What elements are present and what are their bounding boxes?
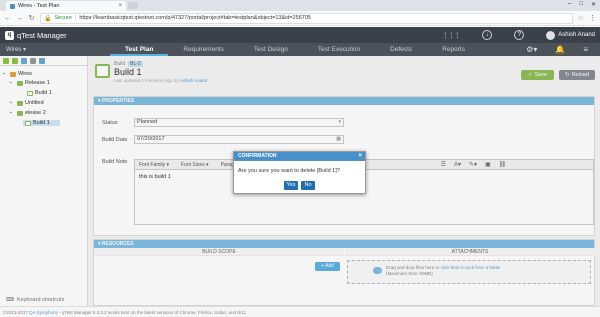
no-button[interactable]: No	[301, 181, 315, 190]
dialog-header: CONFIRMATION ×	[234, 152, 365, 161]
close-tab-icon[interactable]: ×	[118, 3, 122, 9]
gear-icon[interactable]: ⚙▾	[526, 45, 537, 54]
bookmark-star-icon[interactable]: ☆	[578, 14, 584, 22]
qtest-logo-icon: q	[5, 30, 14, 40]
browser-menu-icon[interactable]: ⋮	[589, 14, 596, 22]
window-controls: – □ ✕	[568, 1, 596, 8]
tab-test-execution[interactable]: Test Execution	[303, 43, 375, 56]
app-header: q qTest Manager ⋮⋮⋮ ↓ ? Ashish Anand	[0, 27, 600, 43]
favicon-icon	[10, 3, 15, 9]
browser-tab-bar: Wires - Test Plan × – □ ✕	[0, 0, 600, 11]
tab-test-design[interactable]: Test Design	[239, 43, 303, 56]
new-tab-button[interactable]	[128, 2, 138, 9]
footer-copyright: ©2013-2017	[3, 310, 28, 315]
reload-page-icon[interactable]: ↻	[28, 14, 35, 22]
dialog-message: Are you sure you want to delete [Build 1…	[238, 168, 340, 174]
close-icon[interactable]: ×	[358, 152, 362, 161]
browser-tab[interactable]: Wires - Test Plan ×	[6, 1, 126, 11]
help-icon[interactable]: ?	[514, 30, 525, 40]
close-window-icon[interactable]: ✕	[591, 1, 596, 8]
address-bar: ← → ↻ 🔒 Secure | https://learnbasicqtest…	[0, 11, 600, 26]
download-icon[interactable]: ↓	[482, 30, 493, 40]
app-logo[interactable]: q qTest Manager	[5, 30, 67, 40]
tab-test-plan[interactable]: Test Plan	[110, 43, 169, 56]
tab-title: Wires - Test Plan	[18, 3, 60, 9]
apps-grid-icon[interactable]: ⋮⋮⋮	[442, 32, 460, 39]
footer: ©2013-2017 QA Symphony - qTest Manager 8…	[0, 306, 600, 317]
user-menu[interactable]: Ashish Anand	[546, 30, 595, 40]
app-name: qTest Manager	[17, 30, 67, 40]
project-name: Wires	[6, 47, 22, 53]
secure-label: Secure	[54, 15, 72, 21]
url-field[interactable]: 🔒 Secure | https://learnbasicqtest.qtest…	[40, 12, 573, 24]
footer-company-link[interactable]: QA Symphony	[29, 310, 58, 315]
menu-icon[interactable]: ≡	[583, 45, 588, 54]
url-separator: |	[74, 15, 77, 21]
notification-bell-icon[interactable]: 🔔	[555, 45, 565, 54]
confirmation-dialog: CONFIRMATION × Are you sure you want to …	[233, 151, 366, 194]
url-text: https://learnbasicqtest.qtestnet.com/p/4…	[79, 15, 311, 21]
tab-defects[interactable]: Defects	[375, 43, 427, 56]
tab-reports[interactable]: Reports	[427, 43, 480, 56]
avatar	[546, 30, 556, 40]
tab-requirements[interactable]: Requirements	[168, 43, 238, 56]
project-selector[interactable]: Wires ▾	[0, 46, 110, 53]
dialog-title: CONFIRMATION	[238, 153, 277, 159]
main-nav: Wires ▾ Test Plan Requirements Test Desi…	[0, 43, 600, 56]
maximize-icon[interactable]: □	[579, 1, 583, 8]
forward-icon[interactable]: →	[16, 15, 23, 22]
lock-icon: 🔒	[44, 15, 52, 22]
footer-notice: - qTest Manager 8.3.3.2 works best on th…	[59, 310, 247, 315]
minimize-icon[interactable]: –	[568, 1, 571, 8]
user-name: Ashish Anand	[558, 32, 595, 38]
back-icon[interactable]: ←	[4, 15, 11, 22]
yes-button[interactable]: Yes	[284, 181, 298, 190]
